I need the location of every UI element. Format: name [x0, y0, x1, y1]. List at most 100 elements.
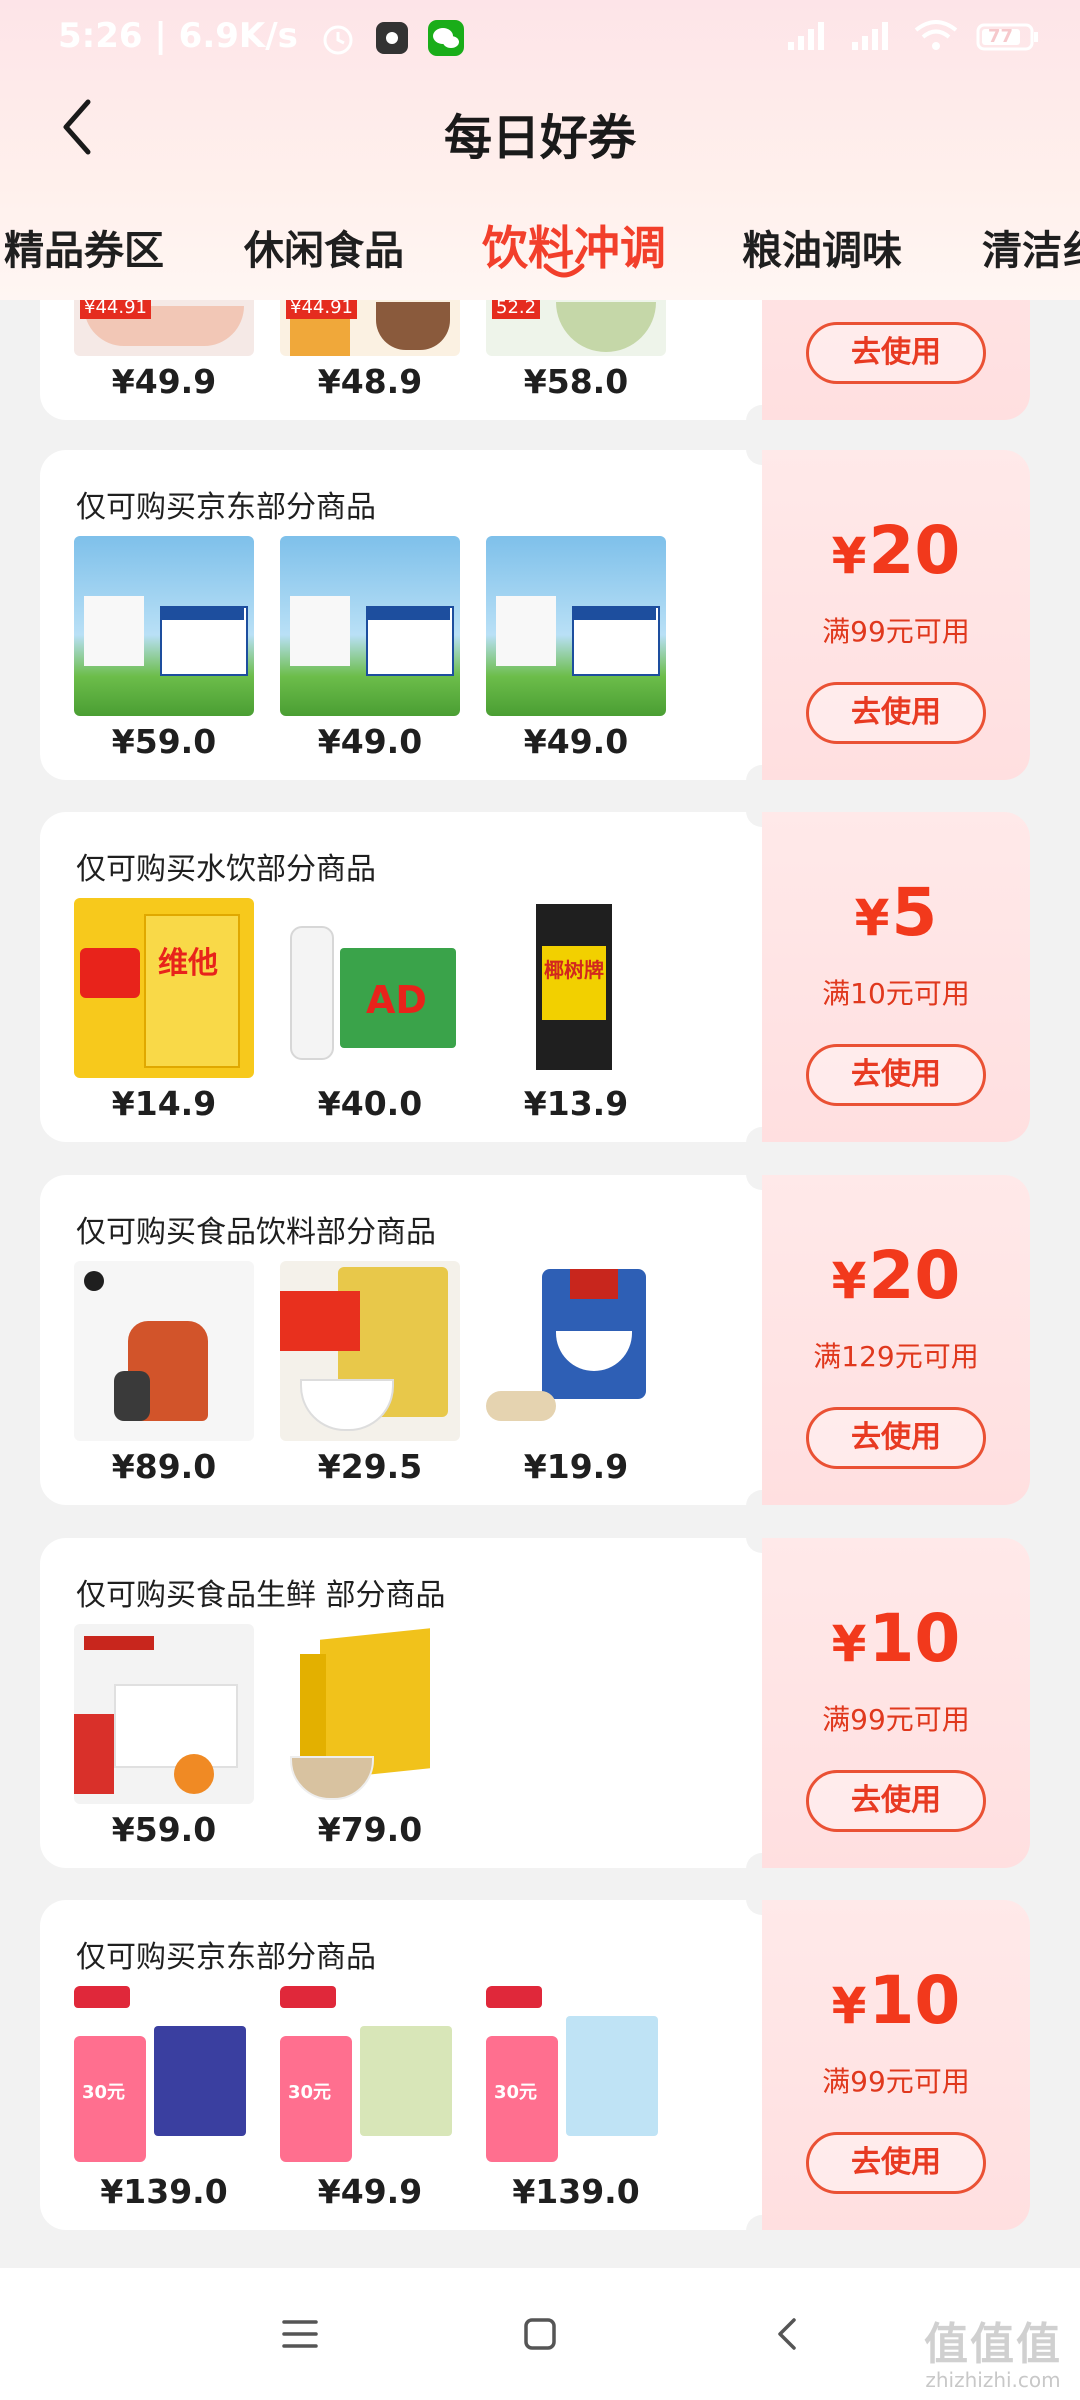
product-image: [74, 1624, 254, 1804]
product-image: [280, 1261, 460, 1441]
tab-grain-oil[interactable]: 粮油调味: [742, 218, 902, 276]
back-chevron-icon: [766, 2318, 810, 2360]
product-price: ¥40.0: [317, 1084, 423, 1123]
alarm-icon: [318, 18, 358, 58]
home-square-icon: [518, 2318, 562, 2360]
product-price: ¥79.0: [317, 1810, 423, 1849]
coupon-condition: 满99元可用: [822, 1703, 970, 1736]
product-item[interactable]: 椰树牌 ¥13.9: [486, 898, 666, 1123]
coupon-products-panel: 仅可购买京东部分商品 30元 ¥139.0 30元 ¥49.9 30元 ¥139…: [40, 1900, 762, 2230]
product-price: ¥19.9: [523, 1447, 629, 1486]
coupon-amount: ¥5: [854, 874, 938, 951]
product-image: 30元: [280, 1986, 460, 2166]
wechat-icon: [426, 18, 466, 58]
price-tag: 30元: [82, 2082, 126, 2103]
tab-premium-coupons[interactable]: 精品券区: [4, 218, 164, 276]
price-tag: 30元: [288, 2082, 332, 2103]
status-right-icons: 77: [786, 18, 1040, 56]
use-coupon-button[interactable]: 去使用: [806, 322, 986, 384]
nav-bar: 每日好券: [0, 78, 1080, 178]
product-item[interactable]: ¥89.0: [74, 1261, 254, 1486]
product-item[interactable]: ¥29.5: [280, 1261, 460, 1486]
app-notification-icon: [372, 18, 412, 58]
product-price: ¥58.0: [523, 362, 629, 401]
menu-icon: [278, 2320, 322, 2360]
product-price: ¥49.9: [111, 362, 217, 401]
product-price: ¥14.9: [111, 1084, 217, 1123]
coupon-value-panel: ¥20 满99元可用 去使用: [762, 450, 1030, 780]
coupon-value-panel: ¥20 满129元可用 去使用: [762, 1175, 1030, 1505]
home-button[interactable]: [518, 2312, 562, 2356]
coupon-condition: 满129元可用: [813, 1340, 979, 1373]
product-item[interactable]: ¥79.0: [280, 1624, 460, 1849]
status-left-icons: [318, 18, 466, 58]
product-price: ¥49.0: [317, 722, 423, 761]
wifi-icon: [914, 18, 958, 56]
tab-snacks[interactable]: 休闲食品: [244, 218, 404, 276]
product-image: 椰树牌: [486, 898, 666, 1078]
use-coupon-button[interactable]: 去使用: [806, 2132, 986, 2194]
coupon-products-panel: 仅可购买水饮部分商品 维他 ¥14.9 AD ¥40.0 椰树牌 ¥13.9: [40, 812, 762, 1142]
use-coupon-button[interactable]: 去使用: [806, 1770, 986, 1832]
box-label: AD: [366, 978, 427, 1022]
page-header: 5:26 | 6.9K/s 77 每日好券 精品券区 休闲食品 饮料冲调 粮油调…: [0, 0, 1080, 300]
coupon-card: 仅可购买食品生鲜 部分商品 ¥59.0 ¥79.0 ¥10 满99元可用 去使用: [40, 1537, 1030, 1869]
product-price: ¥139.0: [100, 2172, 228, 2211]
product-price: ¥13.9: [523, 1084, 629, 1123]
page-title: 每日好券: [443, 110, 636, 166]
coupon-value-panel: ¥5 满10元可用 去使用: [762, 812, 1030, 1142]
product-item[interactable]: AD ¥40.0: [280, 898, 460, 1123]
watermark-url: zhizhizhi.com: [925, 2368, 1061, 2392]
product-image: [74, 1261, 254, 1441]
coupon-card: 仅可购买水饮部分商品 维他 ¥14.9 AD ¥40.0 椰树牌 ¥13.9 ¥…: [40, 811, 1030, 1143]
coupon-scope-text: 仅可购买京东部分商品: [76, 490, 376, 525]
category-tabs: 精品券区 休闲食品 饮料冲调 粮油调味 清洁纟: [0, 200, 1080, 290]
product-price: ¥89.0: [111, 1447, 217, 1486]
use-coupon-button[interactable]: 去使用: [806, 1044, 986, 1106]
system-nav-bar: 值值值 zhizhizhi.com: [0, 2268, 1080, 2400]
watermark: 值值值 zhizhizhi.com: [924, 2308, 1062, 2392]
product-image: [74, 536, 254, 716]
product-image: [280, 1624, 460, 1804]
coupon-products-panel: 仅可购买京东部分商品 ¥59.0 ¥49.0 ¥49.0: [40, 450, 762, 780]
product-item[interactable]: 30元 ¥139.0: [486, 1986, 666, 2211]
use-coupon-button[interactable]: 去使用: [806, 1407, 986, 1469]
product-image: 维他: [74, 898, 254, 1078]
battery-icon: 77: [976, 21, 1040, 53]
coupon-scope-text: 仅可购买水饮部分商品: [76, 852, 376, 887]
active-tab-indicator: [542, 262, 586, 282]
product-item[interactable]: 30元 ¥49.9: [280, 1986, 460, 2211]
product-item[interactable]: 维他 ¥14.9: [74, 898, 254, 1123]
price-tag: 30元: [494, 2082, 538, 2103]
coupon-scope-text: 仅可购买食品饮料部分商品: [76, 1215, 436, 1250]
product-price: ¥49.0: [523, 722, 629, 761]
product-item[interactable]: 30元 ¥139.0: [74, 1986, 254, 2211]
box-label: 维他: [158, 946, 218, 981]
product-image: 30元: [486, 1986, 666, 2166]
product-item[interactable]: ¥19.9: [486, 1261, 666, 1486]
coupon-amount: ¥20: [831, 1237, 961, 1314]
signal-icon: [786, 18, 832, 56]
product-image: [486, 1261, 666, 1441]
product-item[interactable]: ¥49.0: [280, 536, 460, 761]
product-item[interactable]: ¥59.0: [74, 1624, 254, 1849]
product-item[interactable]: ¥49.0: [486, 536, 666, 761]
product-price: ¥59.0: [111, 1810, 217, 1849]
status-time: 5:26 | 6.9K/s: [58, 16, 298, 56]
product-image: [280, 536, 460, 716]
back-nav-button[interactable]: [766, 2312, 810, 2356]
menu-button[interactable]: [278, 2312, 322, 2356]
coupon-products-panel: 仅可购买食品生鲜 部分商品 ¥59.0 ¥79.0: [40, 1538, 762, 1868]
product-item[interactable]: ¥59.0: [74, 536, 254, 761]
use-coupon-button[interactable]: 去使用: [806, 682, 986, 744]
signal-icon: [850, 18, 896, 56]
product-price: ¥59.0: [111, 722, 217, 761]
product-image: 30元: [74, 1986, 254, 2166]
coupon-amount: ¥10: [831, 1600, 961, 1677]
product-price: ¥48.9: [317, 362, 423, 401]
coupon-amount: ¥20: [831, 512, 961, 589]
product-price: ¥49.9: [317, 2172, 423, 2211]
tab-cleaning[interactable]: 清洁纟: [982, 218, 1080, 276]
coupon-condition: 满99元可用: [822, 615, 970, 648]
product-image: [486, 536, 666, 716]
